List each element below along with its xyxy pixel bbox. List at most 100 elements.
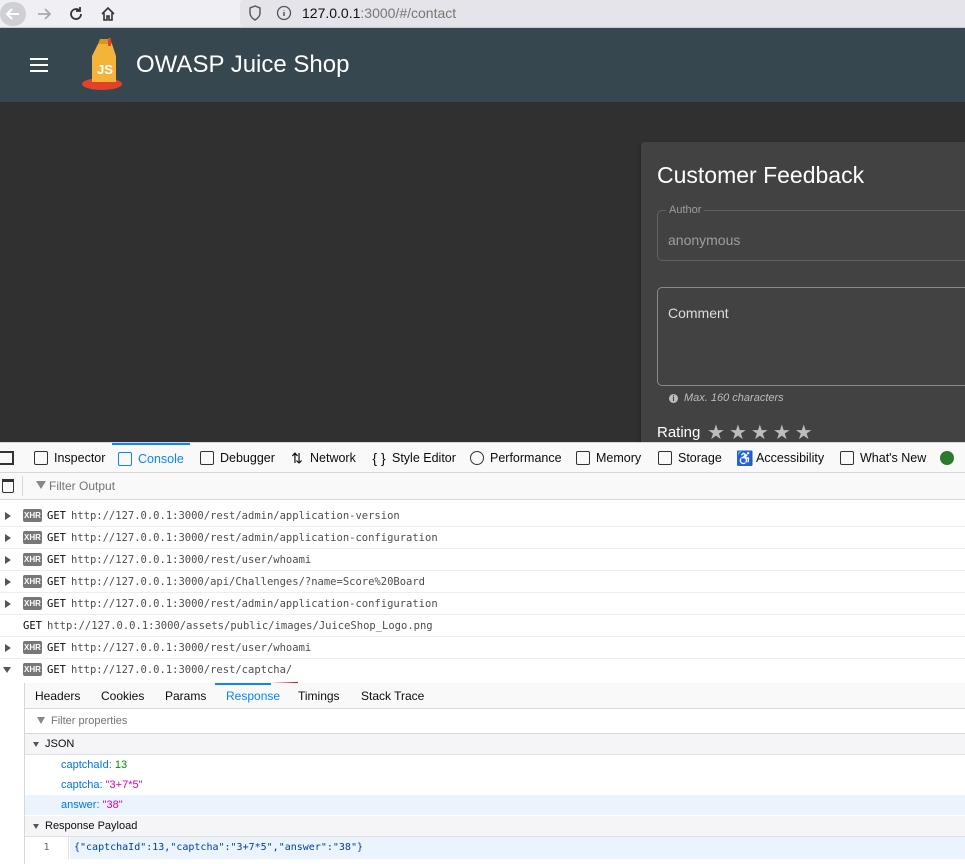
url-bar[interactable]: 127.0.0.1:3000/#/contact — [240, 0, 965, 27]
reload-button[interactable] — [64, 2, 88, 26]
tab-timings[interactable]: Timings — [298, 689, 340, 703]
style-editor-icon: { } — [372, 450, 386, 466]
home-button[interactable] — [96, 2, 120, 26]
log-url[interactable]: http://127.0.0.1:3000/rest/admin/applica… — [71, 510, 400, 522]
log-row[interactable]: XHR GET http://127.0.0.1:3000/rest/user/… — [0, 549, 965, 571]
tab-accessibility[interactable]: ♿ Accessibility — [730, 443, 830, 473]
tab-storage[interactable]: Storage — [652, 443, 728, 473]
devtools-tab-bar: Inspector Console Debugger ⇅ Network { } S… — [0, 442, 965, 473]
tab-whats-new[interactable]: What's New — [834, 443, 932, 473]
author-field: Author anonymous — [657, 204, 965, 261]
tab-response[interactable]: Response — [226, 689, 280, 703]
expand-arrow-icon[interactable] — [5, 512, 11, 520]
tab-debugger[interactable]: Debugger — [194, 443, 281, 473]
request-details-panel: Headers Cookies Params Response Timings … — [24, 683, 965, 864]
expand-arrow-icon[interactable] — [5, 556, 11, 564]
filter-properties-bar: Filter properties — [25, 709, 965, 734]
log-url[interactable]: http://127.0.0.1:3000/rest/admin/applica… — [71, 532, 438, 544]
filter-output-input[interactable]: Filter Output — [49, 479, 115, 493]
shield-icon[interactable] — [248, 5, 262, 21]
tab-memory[interactable]: Memory — [570, 443, 647, 473]
log-url[interactable]: http://127.0.0.1:3000/rest/admin/applica… — [71, 598, 438, 610]
back-arrow-icon — [5, 8, 19, 20]
reload-icon — [70, 7, 82, 20]
comment-field[interactable]: Comment — [657, 287, 965, 386]
xhr-badge: XHR — [23, 553, 42, 566]
network-icon: ⇅ — [291, 450, 303, 466]
payload-section-label: Response Payload — [45, 820, 138, 832]
log-method: GET — [47, 532, 66, 544]
log-row[interactable]: XHR GET http://127.0.0.1:3000/api/Challe… — [0, 571, 965, 593]
extension-tab[interactable] — [934, 443, 960, 473]
tab-style-editor[interactable]: { } Style Editor — [366, 443, 462, 473]
home-icon — [101, 6, 115, 21]
active-tab-indicator — [215, 683, 271, 685]
tab-performance[interactable]: Performance — [464, 443, 568, 473]
author-value: anonymous — [668, 232, 741, 248]
log-row[interactable]: GET http://127.0.0.1:3000/assets/public/… — [0, 615, 965, 637]
log-row[interactable]: XHR GET http://127.0.0.1:3000/rest/admin… — [0, 527, 965, 549]
star-icon[interactable]: ★ — [773, 422, 791, 442]
expand-arrow-icon[interactable] — [5, 578, 11, 586]
back-button[interactable] — [0, 2, 26, 26]
log-url[interactable]: http://127.0.0.1:3000/rest/user/whoami — [71, 642, 311, 654]
log-url[interactable]: http://127.0.0.1:3000/rest/captcha/ — [71, 664, 292, 676]
log-url[interactable]: http://127.0.0.1:3000/rest/user/whoami — [71, 554, 311, 566]
info-icon[interactable] — [276, 5, 292, 21]
url-text[interactable]: 127.0.0.1:3000/#/contact — [302, 5, 456, 21]
tab-inspector[interactable]: Inspector — [28, 443, 111, 473]
xhr-badge: XHR — [23, 663, 42, 676]
filter-icon — [37, 717, 45, 724]
tab-network[interactable]: ⇅ Network — [284, 443, 362, 473]
json-row[interactable]: captcha: "3+7*5" — [25, 775, 965, 795]
tab-headers[interactable]: Headers — [35, 689, 80, 703]
json-section-header[interactable]: JSON — [25, 734, 965, 755]
log-url[interactable]: http://127.0.0.1:3000/api/Challenges/?na… — [71, 576, 425, 588]
trash-icon[interactable] — [2, 479, 14, 493]
hamburger-menu-icon[interactable] — [30, 58, 48, 72]
tab-stack-trace[interactable]: Stack Trace — [361, 689, 424, 703]
log-url[interactable]: http://127.0.0.1:3000/assets/public/imag… — [47, 620, 433, 632]
element-picker-icon[interactable] — [0, 451, 14, 465]
console-output: XHR GET http://127.0.0.1:3000/rest/admin… — [0, 500, 965, 864]
log-row[interactable]: XHR GET http://127.0.0.1:3000/rest/admin… — [0, 505, 965, 527]
payload-section-header[interactable]: Response Payload — [25, 816, 965, 837]
forward-button[interactable] — [32, 2, 56, 26]
tab-params[interactable]: Params — [165, 689, 206, 703]
star-icon[interactable]: ★ — [707, 422, 725, 442]
xhr-badge: XHR — [23, 575, 42, 588]
collapse-arrow-icon[interactable] — [3, 667, 11, 673]
extension-icon — [940, 451, 954, 465]
log-method: GET — [47, 510, 66, 522]
details-tab-bar: Headers Cookies Params Response Timings … — [25, 683, 965, 709]
json-entry: captchaId: 13 — [61, 759, 128, 771]
info-icon: i — [669, 393, 678, 403]
star-icon[interactable]: ★ — [751, 422, 769, 442]
filter-properties-input[interactable]: Filter properties — [51, 715, 127, 727]
juice-shop-logo[interactable]: JS — [80, 38, 128, 92]
payload-code[interactable]: {"captchaId":13,"captcha":"3+7*5","answe… — [70, 837, 965, 859]
log-row[interactable]: XHR GET http://127.0.0.1:3000/rest/admin… — [0, 593, 965, 615]
feedback-card: Customer Feedback Author anonymous Comme… — [641, 142, 965, 452]
performance-icon — [470, 451, 484, 465]
star-icon[interactable]: ★ — [729, 422, 747, 442]
log-row[interactable]: XHR GET http://127.0.0.1:3000/rest/user/… — [0, 637, 965, 659]
star-icon[interactable]: ★ — [795, 422, 813, 442]
json-row[interactable]: captchaId: 13 — [25, 755, 965, 775]
author-label: Author — [666, 204, 705, 216]
url-path: :3000/#/contact — [360, 5, 457, 21]
tab-cookies[interactable]: Cookies — [101, 689, 144, 703]
log-row-expanded[interactable]: XHR GET http://127.0.0.1:3000/rest/captc… — [0, 659, 965, 681]
tab-console[interactable]: Console — [112, 443, 190, 473]
log-method: GET — [47, 576, 66, 588]
json-row[interactable]: answer: "38" — [25, 795, 965, 815]
memory-icon — [576, 451, 590, 465]
comment-hint: i Max. 160 characters — [669, 392, 784, 404]
rating-stars[interactable]: ★ ★ ★ ★ ★ — [707, 422, 813, 442]
expand-arrow-icon[interactable] — [5, 600, 11, 608]
url-host: 127.0.0.1 — [302, 5, 361, 21]
app-content: Customer Feedback Author anonymous Comme… — [0, 102, 965, 452]
app-title[interactable]: OWASP Juice Shop — [136, 51, 349, 79]
expand-arrow-icon[interactable] — [5, 534, 11, 542]
expand-arrow-icon[interactable] — [5, 644, 11, 652]
